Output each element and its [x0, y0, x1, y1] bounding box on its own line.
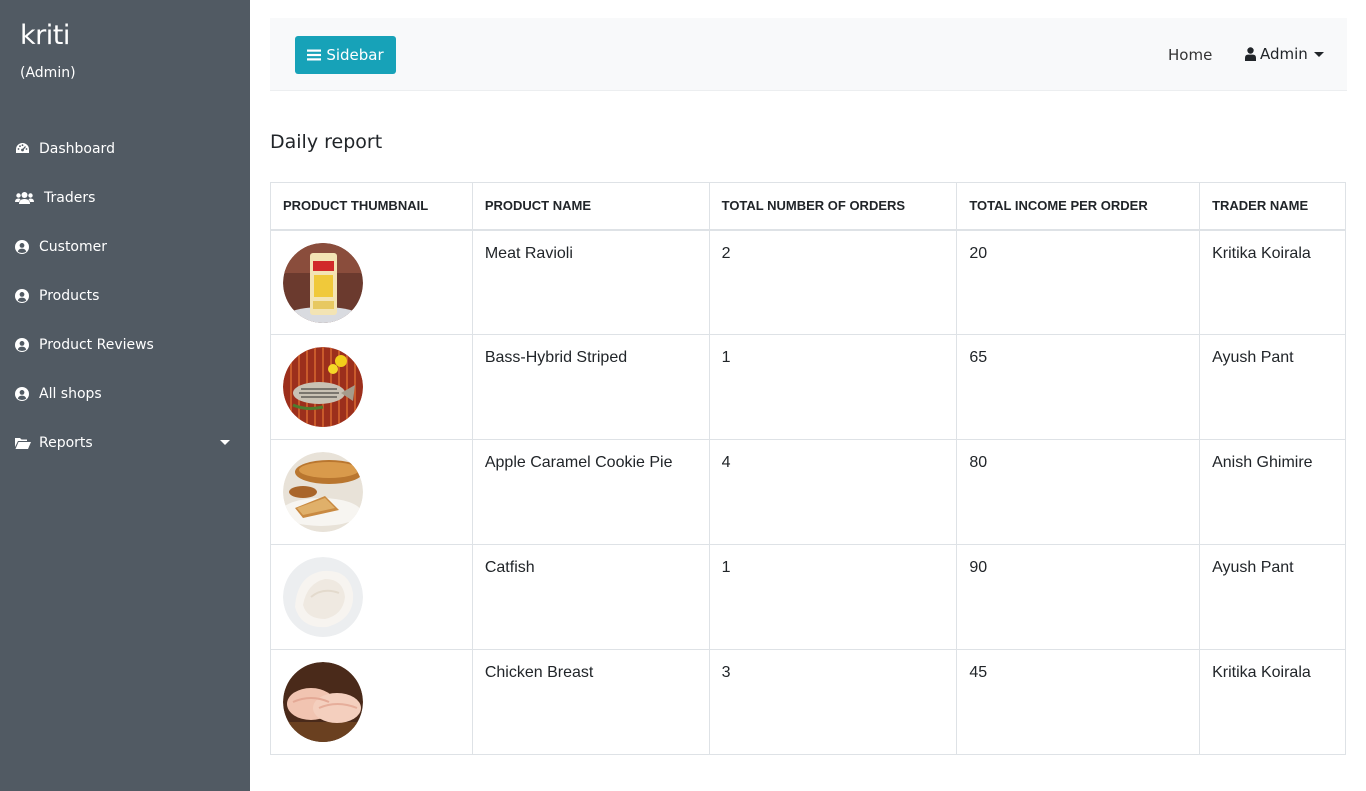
orders-cell: 4: [708, 439, 958, 545]
column-header: PRODUCT NAME: [471, 182, 710, 231]
table-row: Meat Ravioli 2 20 Kritika Koirala: [270, 229, 1346, 335]
income-cell: 65: [956, 334, 1201, 440]
thumbnail-cell: [270, 229, 473, 335]
sidebar-item-label: Traders: [44, 189, 96, 206]
thumbnail-cell: [270, 544, 473, 650]
sidebar-item-dashboard[interactable]: Dashboard: [0, 124, 250, 173]
income-cell: 20: [956, 229, 1201, 335]
folder-open-icon: [14, 435, 31, 451]
product-name-cell: Chicken Breast: [471, 649, 710, 755]
sidebar-toggle-button[interactable]: Sidebar: [295, 36, 396, 74]
sidebar-nav: Dashboard Traders Customer Products Prod…: [0, 124, 250, 467]
trader-cell: Kritika Koirala: [1199, 229, 1346, 335]
table-header-row: PRODUCT THUMBNAIL PRODUCT NAME TOTAL NUM…: [270, 182, 1346, 231]
sidebar-item-traders[interactable]: Traders: [0, 173, 250, 222]
thumbnail-cell: [270, 649, 473, 755]
table-row: Chicken Breast 3 45 Kritika Koirala: [270, 649, 1346, 755]
income-cell: 45: [956, 649, 1201, 755]
sidebar-item-label: Dashboard: [39, 140, 115, 157]
trader-cell: Ayush Pant: [1199, 334, 1346, 440]
product-name-cell: Meat Ravioli: [471, 229, 710, 335]
thumbnail-cell: [270, 334, 473, 440]
income-cell: 80: [956, 439, 1201, 545]
sidebar-toggle-label: Sidebar: [326, 46, 384, 64]
trader-cell: Anish Ghimire: [1199, 439, 1346, 545]
income-cell: 90: [956, 544, 1201, 650]
column-header: PRODUCT THUMBNAIL: [270, 182, 473, 231]
sidebar-item-label: Products: [39, 287, 100, 304]
sidebar-item-customer[interactable]: Customer: [0, 222, 250, 271]
brand-role: (Admin): [20, 65, 76, 81]
sidebar-item-product-reviews[interactable]: Product Reviews: [0, 320, 250, 369]
table-row: Catfish 1 90 Ayush Pant: [270, 544, 1346, 650]
sidebar-item-all-shops[interactable]: All shops: [0, 369, 250, 418]
column-header: TOTAL INCOME PER ORDER: [956, 182, 1201, 231]
trader-cell: Kritika Koirala: [1199, 649, 1346, 755]
product-thumbnail: [283, 347, 363, 427]
page-title: Daily report: [270, 131, 383, 153]
top-navbar: Sidebar Home Admin: [270, 18, 1347, 91]
column-header: TOTAL NUMBER OF ORDERS: [708, 182, 958, 231]
product-thumbnail: [283, 662, 363, 742]
sidebar-item-label: All shops: [39, 385, 102, 402]
trader-cell: Ayush Pant: [1199, 544, 1346, 650]
product-thumbnail: [283, 242, 363, 323]
brand-name: kriti: [20, 20, 70, 51]
product-thumbnail: [283, 557, 363, 637]
chevron-down-icon: [1313, 51, 1324, 57]
user-circle-icon: [14, 288, 30, 304]
orders-cell: 2: [708, 229, 958, 335]
user-icon: [1245, 47, 1256, 61]
home-link[interactable]: Home: [1168, 46, 1212, 64]
product-name-cell: Apple Caramel Cookie Pie: [471, 439, 710, 545]
orders-cell: 1: [708, 334, 958, 440]
sidebar: kriti (Admin) Dashboard Traders Customer…: [0, 0, 250, 791]
dashboard-icon: [14, 141, 30, 157]
user-circle-icon: [14, 337, 30, 353]
admin-label: Admin: [1260, 45, 1308, 63]
admin-dropdown[interactable]: Admin: [1245, 45, 1324, 63]
table-row: Apple Caramel Cookie Pie 4 80 Anish Ghim…: [270, 439, 1346, 545]
thumbnail-cell: [270, 439, 473, 545]
sidebar-item-products[interactable]: Products: [0, 271, 250, 320]
table-row: Bass-Hybrid Striped 1 65 Ayush Pant: [270, 334, 1346, 440]
chevron-down-icon: [220, 440, 230, 445]
column-header: TRADER NAME: [1199, 182, 1346, 231]
sidebar-item-label: Reports: [39, 434, 93, 451]
users-icon: [14, 190, 34, 206]
bars-icon: [307, 49, 322, 61]
sidebar-item-label: Product Reviews: [39, 336, 154, 353]
sidebar-item-label: Customer: [39, 238, 108, 255]
orders-cell: 3: [708, 649, 958, 755]
user-circle-icon: [14, 239, 30, 255]
daily-report-table: PRODUCT THUMBNAIL PRODUCT NAME TOTAL NUM…: [270, 182, 1346, 755]
product-name-cell: Bass-Hybrid Striped: [471, 334, 710, 440]
product-name-cell: Catfish: [471, 544, 710, 650]
orders-cell: 1: [708, 544, 958, 650]
user-circle-icon: [14, 386, 30, 402]
sidebar-item-reports[interactable]: Reports: [0, 418, 250, 467]
product-thumbnail: [283, 452, 363, 532]
